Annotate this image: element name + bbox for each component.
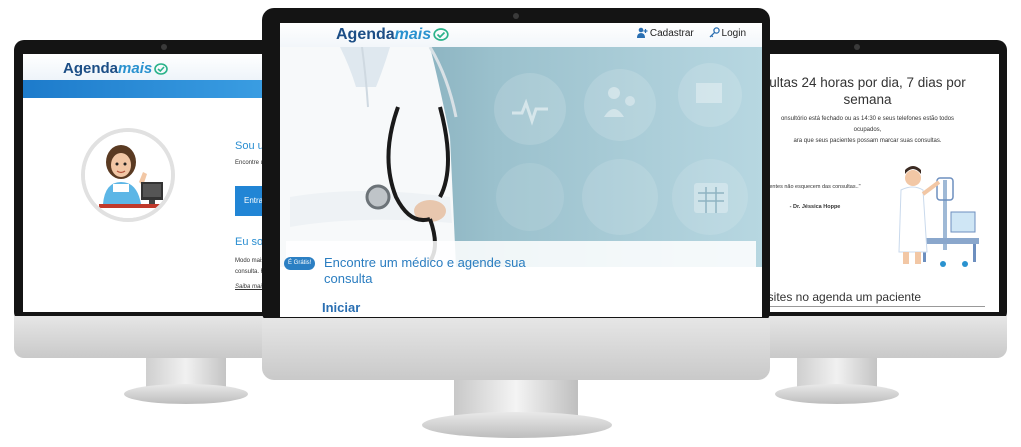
woman-at-computer-illustration	[85, 132, 171, 218]
right-monitor-camera	[854, 44, 860, 50]
free-badge: É Grátis!	[284, 257, 316, 270]
login-label: Login	[721, 28, 746, 39]
hero-banner	[280, 47, 762, 267]
right-description-line3: ara que seus pacientes possam marcar sua…	[793, 138, 942, 144]
center-monitor-chin	[262, 318, 770, 380]
center-screen: Agendamais Cadastrar Login É Grátis! Enc…	[280, 23, 762, 317]
doctor-avatar	[81, 128, 175, 222]
center-logo[interactable]: Agendamais	[336, 26, 449, 44]
learn-more-link[interactable]: Saiba mais	[235, 284, 265, 290]
right-heading: ultas 24 horas por dia, 7 dias por seman…	[769, 75, 966, 107]
right-description-line2: ocupados,	[853, 127, 882, 133]
doctor-hero-image	[280, 47, 748, 267]
check-badge-icon	[154, 63, 169, 75]
right-monitor-base	[775, 384, 899, 404]
key-icon	[709, 27, 720, 38]
register-label: Cadastrar	[649, 28, 694, 39]
left-monitor-camera	[161, 44, 167, 50]
right-description: onsultório está fechado ou as 14:30 e se…	[745, 114, 990, 147]
right-divider	[755, 306, 985, 307]
nurse-illustration	[898, 166, 979, 267]
right-bottom-text: isites no agenda um paciente	[765, 290, 922, 304]
right-description-line1: onsultório está fechado ou as 14:30 e se…	[780, 116, 955, 122]
left-logo[interactable]: Agendamais	[63, 60, 169, 77]
login-link[interactable]: Login	[709, 27, 746, 39]
top-nav: Cadastrar Login	[625, 27, 746, 39]
register-link[interactable]: Cadastrar	[636, 27, 694, 39]
hero-headline: Encontre um médico e agende sua consulta	[324, 255, 526, 286]
center-monitor: Agendamais Cadastrar Login É Grátis! Enc…	[262, 8, 770, 440]
center-monitor-base	[422, 412, 612, 438]
start-label[interactable]: Iniciar	[322, 300, 360, 315]
center-monitor-camera	[513, 13, 519, 19]
left-monitor-base	[124, 384, 248, 404]
user-add-icon	[636, 27, 648, 38]
check-badge-icon	[433, 28, 449, 41]
